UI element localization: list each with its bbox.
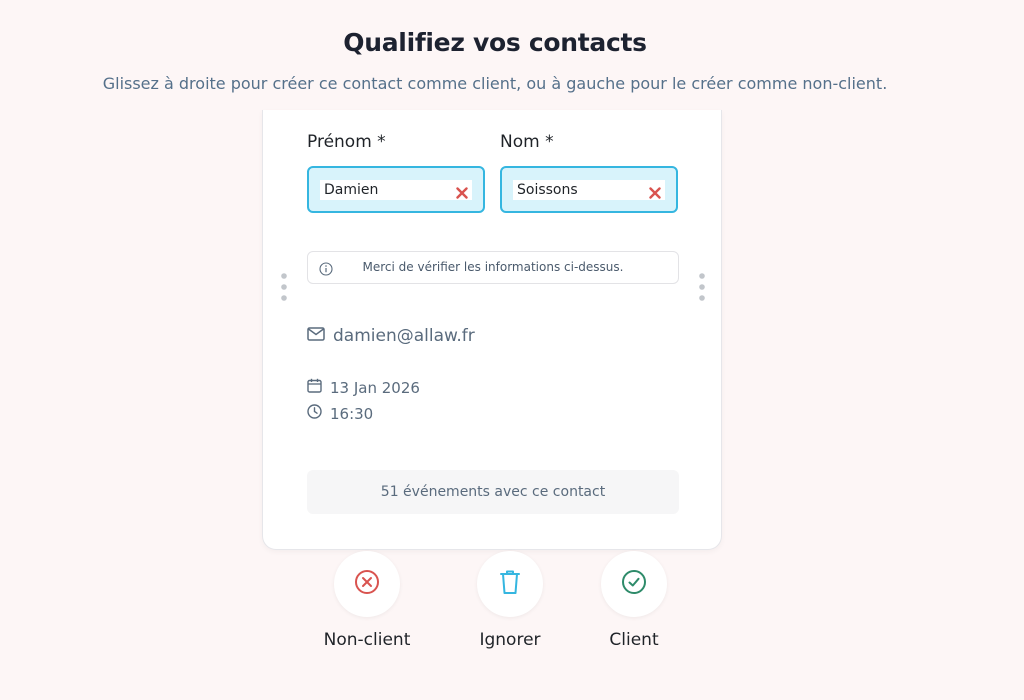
trash-icon xyxy=(498,568,522,600)
circle-x-icon xyxy=(354,569,380,599)
page-title: Qualifiez vos contacts xyxy=(343,28,647,57)
time-row: 16:30 xyxy=(307,404,373,423)
calendar-icon xyxy=(307,378,322,397)
non-client-action[interactable]: Non-client xyxy=(312,551,422,650)
date-row: 13 Jan 2026 xyxy=(307,378,420,397)
events-summary: 51 événements avec ce contact xyxy=(307,470,679,514)
verification-notice: Merci de vérifier les informations ci-de… xyxy=(307,251,679,284)
non-client-label: Non-client xyxy=(323,630,411,650)
last-name-field[interactable]: Soissons xyxy=(500,166,678,213)
ignore-label: Ignorer xyxy=(479,630,541,650)
circle-check-icon xyxy=(621,569,647,599)
time-value: 16:30 xyxy=(330,404,374,423)
mail-icon xyxy=(307,326,325,346)
last-name-label: Nom * xyxy=(500,132,554,152)
contact-card[interactable]: Prénom * Damien Nom * Soissons Merci de … xyxy=(262,110,722,550)
email-value: damien@allaw.fr xyxy=(333,326,475,346)
clock-icon xyxy=(307,404,322,423)
ignore-button[interactable] xyxy=(477,551,543,617)
drag-handle-left-icon[interactable] xyxy=(281,272,287,302)
client-button[interactable] xyxy=(601,551,667,617)
first-name-label: Prénom * xyxy=(307,132,386,152)
page-subtitle: Glissez à droite pour créer ce contact c… xyxy=(102,74,888,93)
close-x-icon[interactable] xyxy=(456,184,468,199)
non-client-button[interactable] xyxy=(334,551,400,617)
email-row: damien@allaw.fr xyxy=(307,326,475,346)
ignore-action[interactable]: Ignorer xyxy=(455,551,565,650)
notice-text: Merci de vérifier les informations ci-de… xyxy=(362,260,624,274)
client-label: Client xyxy=(609,630,659,650)
client-action[interactable]: Client xyxy=(579,551,689,650)
first-name-input[interactable]: Damien xyxy=(324,182,378,198)
date-value: 13 Jan 2026 xyxy=(330,378,420,397)
drag-handle-right-icon[interactable] xyxy=(699,272,705,302)
last-name-input[interactable]: Soissons xyxy=(517,182,578,198)
first-name-field[interactable]: Damien xyxy=(307,166,485,213)
close-x-icon[interactable] xyxy=(649,184,661,199)
